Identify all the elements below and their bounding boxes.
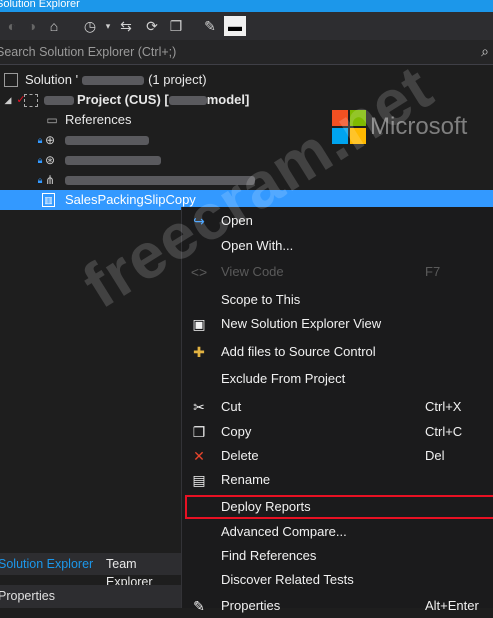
menu-item-label: Copy	[221, 424, 252, 439]
references-label: References	[65, 112, 132, 127]
redacted-text	[44, 96, 74, 106]
sync-icon[interactable]: ⇆	[116, 16, 136, 36]
globe-icon: ⊕	[44, 133, 56, 147]
menu-item-shortcut: Ctrl+C	[425, 424, 463, 439]
home-icon[interactable]: ⌂	[44, 16, 64, 36]
menu-item-label: Find References	[221, 548, 317, 563]
menu-item-deploy-reports[interactable]: Deploy Reports	[185, 495, 493, 519]
history-dropdown-icon[interactable]: ▾	[98, 16, 118, 36]
search-bar[interactable]: Search Solution Explorer (Ctrl+;) ⌕	[0, 40, 493, 65]
menu-item-label: Exclude From Project	[221, 371, 346, 386]
redacted-text	[65, 156, 161, 166]
menu-item-find-references[interactable]: Find References	[182, 544, 493, 568]
menu-item-label: Rename	[221, 472, 271, 487]
menu-item-label: Cut	[221, 399, 242, 414]
menu-item-view-code[interactable]: <> View Code F7	[182, 260, 493, 284]
window-title-bar: Solution Explorer	[0, 0, 493, 12]
project-icon	[24, 94, 38, 107]
menu-item-shortcut: Del	[425, 448, 445, 463]
history-icon[interactable]: ◷	[80, 16, 100, 36]
references-icon: ▭	[46, 113, 58, 127]
menu-item-copy[interactable]: ❐ Copy Ctrl+C	[182, 420, 493, 444]
menu-item-cut[interactable]: ✂ Cut Ctrl+X	[182, 395, 493, 419]
menu-item-label: Advanced Compare...	[221, 524, 347, 539]
solution-label-suffix: (1 project)	[148, 72, 207, 87]
menu-item-label: Add files to Source Control	[221, 344, 376, 359]
copy-icon: ❐	[192, 424, 206, 440]
solution-icon	[4, 73, 18, 87]
menu-item-label: New Solution Explorer View	[221, 316, 382, 331]
context-menu: ↪ Open Open With... <> View Code F7 Scope to T…	[181, 207, 493, 614]
service-icon: ⊛	[44, 153, 56, 167]
wrench-icon[interactable]: ✎	[200, 16, 220, 36]
menu-item-properties[interactable]: ✎ Properties Alt+Enter	[182, 594, 493, 618]
menu-item-label: Discover Related Tests	[221, 572, 354, 587]
menu-item-advanced-compare[interactable]: Advanced Compare...	[182, 520, 493, 544]
menu-item-label: Delete	[221, 448, 259, 463]
menu-item-exclude-from-project[interactable]: Exclude From Project	[182, 367, 493, 391]
project-label-a: Project (CUS) [	[77, 92, 169, 107]
tab-team-explorer[interactable]: Team Explorer	[106, 555, 181, 589]
bottom-tab-strip: Solution Explorer Team Explorer	[0, 553, 181, 589]
forward-icon[interactable]: ◑	[22, 16, 42, 36]
menu-item-shortcut: F7	[425, 264, 441, 279]
properties-title: Properties	[0, 589, 55, 603]
rename-icon: ▤	[192, 472, 206, 488]
collapse-all-icon[interactable]: ❐	[166, 16, 186, 36]
tab-solution-explorer[interactable]: Solution Explorer	[0, 555, 93, 573]
menu-item-label: View Code	[221, 264, 284, 279]
menu-item-delete[interactable]: ✕ Delete Del	[182, 444, 493, 468]
solution-label-prefix: Solution '	[25, 72, 79, 87]
report-icon: ▥	[42, 193, 55, 207]
solution-explorer-toolbar: ◐ ◑ ⌂ ◷ ▾ ⇆ ⟳ ❐ ✎ ▬	[0, 12, 493, 40]
properties-icon: ✎	[193, 598, 205, 614]
menu-item-discover-related-tests[interactable]: Discover Related Tests	[182, 568, 493, 592]
redacted-text	[65, 136, 149, 146]
back-icon[interactable]: ◐	[2, 16, 22, 36]
menu-item-add-files-to-source-control[interactable]: ✚ Add files to Source Control	[182, 340, 493, 364]
cut-icon: ✂	[193, 399, 205, 415]
menu-item-scope-to-this[interactable]: Scope to This	[182, 288, 493, 312]
preview-icon[interactable]: ▬	[224, 16, 246, 36]
menu-item-label: Deploy Reports	[221, 499, 311, 514]
delete-icon: ✕	[193, 448, 205, 464]
menu-item-rename[interactable]: ▤ Rename	[182, 468, 493, 492]
menu-item-shortcut: Alt+Enter	[425, 598, 479, 613]
new-view-icon: ▣	[192, 316, 206, 332]
redacted-text	[82, 76, 145, 86]
hierarchy-icon: ⋔	[44, 173, 56, 187]
menu-item-shortcut: Ctrl+X	[425, 399, 462, 414]
search-input[interactable]: Search Solution Explorer (Ctrl+;)	[0, 45, 176, 59]
menu-item-new-solution-explorer-view[interactable]: ▣ New Solution Explorer View	[182, 312, 493, 336]
menu-item-label: Properties	[221, 598, 281, 613]
refresh-icon[interactable]: ⟳	[142, 16, 162, 36]
project-label-b: model]	[206, 92, 250, 107]
properties-panel-header: Properties	[0, 585, 181, 608]
redacted-text	[168, 96, 207, 106]
source-control-icon: ✚	[193, 344, 205, 360]
menu-item-label: Scope to This	[221, 292, 301, 307]
window-title: Solution Explorer	[0, 0, 80, 10]
search-icon[interactable]: ⌕	[481, 43, 489, 60]
